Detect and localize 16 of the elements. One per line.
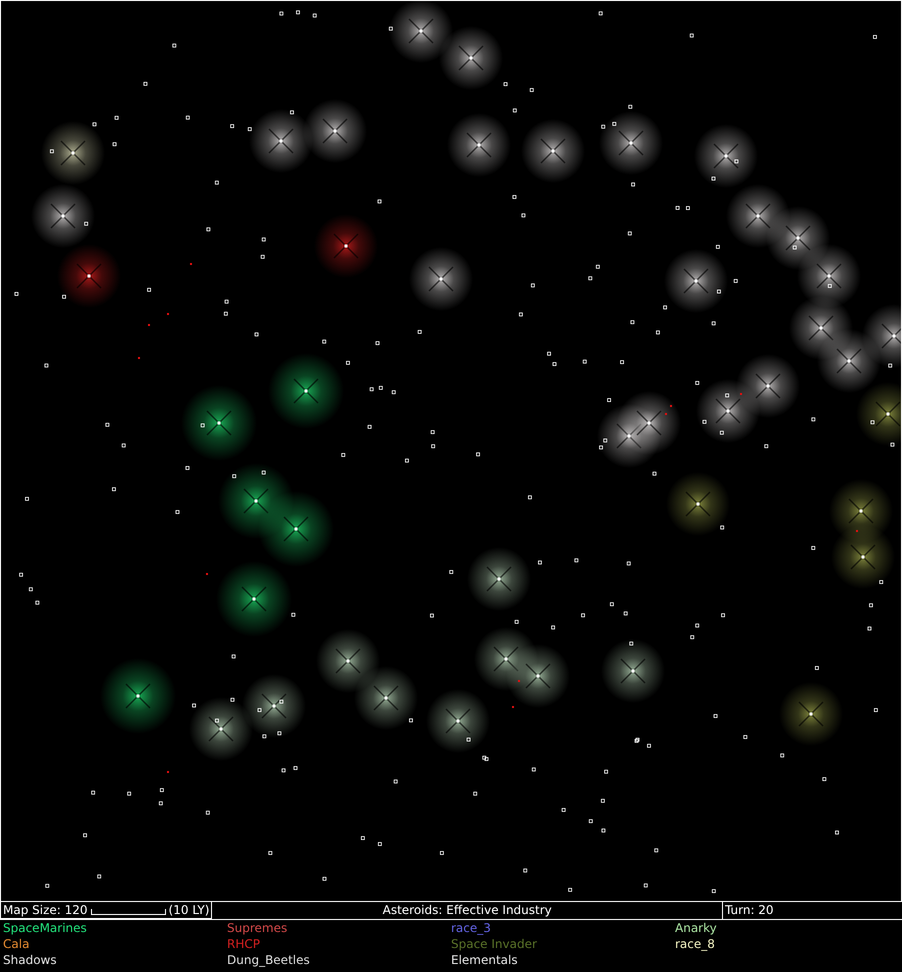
turn-counter: Turn: 20: [722, 902, 902, 919]
race-name: Anarky: [675, 920, 718, 936]
race-name: Dung_Beetles: [227, 952, 311, 968]
status-message: Asteroids: Effective Industry: [382, 902, 553, 919]
scale-bar-icon: [90, 908, 166, 914]
map-size-label: Map Size: 120: [3, 902, 88, 918]
race-name: Shadows: [3, 952, 58, 968]
race-name: race_3: [451, 920, 492, 936]
race-name: RHCP: [227, 936, 261, 952]
race-name: Space Invader: [451, 936, 538, 952]
race-name: SpaceMarines: [3, 920, 88, 936]
scale-label: (10 LY): [168, 902, 210, 918]
race-name: Supremes: [227, 920, 288, 936]
race-name: Elementals: [451, 952, 519, 968]
race-name: race_8: [675, 936, 716, 952]
race-name: Cala: [3, 936, 30, 952]
